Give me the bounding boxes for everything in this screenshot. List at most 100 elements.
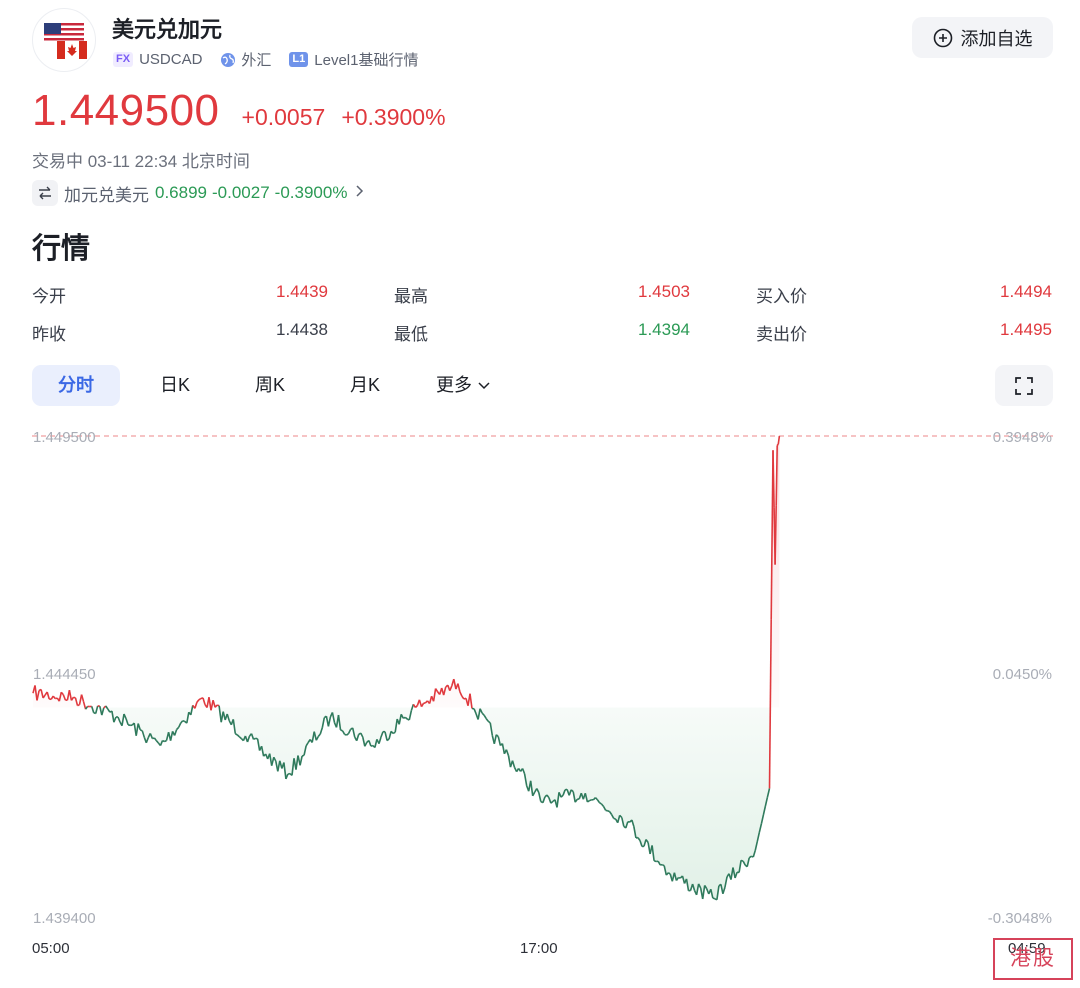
price-row: 1.449500 +0.0057 +0.3900% (32, 86, 446, 136)
price-line-segment (105, 705, 109, 710)
add-watchlist-label: 添加自选 (960, 28, 1033, 49)
tab-intraday[interactable]: 分时 (32, 365, 120, 406)
section-title: 行情 (32, 233, 91, 265)
level-text: Level1基础行情 (314, 52, 419, 69)
price-line-segment (253, 737, 256, 741)
price-line-segment (234, 733, 238, 736)
fx-badge: FX (113, 52, 134, 67)
price-line-segment (768, 619, 772, 789)
prev-close-value: 1.4438 (276, 320, 328, 339)
price-change-pct: +0.3900% (341, 104, 446, 130)
chevron-down-icon (478, 382, 490, 390)
fullscreen-button[interactable] (995, 365, 1053, 406)
open-label: 今开 (32, 287, 66, 306)
header: 美元兑加元 FX USDCAD 外汇 L1 Level1基础行情 添加自选 (0, 0, 1080, 80)
price-line-segment (776, 443, 779, 446)
fullscreen-icon (1015, 376, 1033, 395)
level-tag: L1 Level1基础行情 (289, 49, 418, 70)
bid-label: 买入价 (756, 287, 807, 306)
inverse-change: -0.0027 (212, 183, 270, 202)
inverse-pair-link[interactable]: 加元兑美元 0.6899 -0.0027 -0.3900% (32, 180, 364, 206)
price-line-segment (84, 705, 89, 710)
tab-more-label: 更多 (436, 375, 472, 395)
tab-daily-k[interactable]: 日K (142, 365, 208, 406)
intraday-chart-svg (32, 435, 1053, 901)
chart-tabs: 分时 日K 周K 月K 更多 (32, 365, 1053, 406)
price-line-segment (77, 703, 80, 707)
price-line-segment (216, 704, 220, 707)
page-title: 美元兑加元 (112, 17, 223, 42)
low-value: 1.4394 (638, 320, 690, 339)
price-line-segment (127, 724, 131, 727)
price-line-segment (392, 731, 396, 735)
chart-area-fill (33, 436, 780, 900)
trading-status: 交易中 03-11 22:34 北京时间 (32, 152, 250, 171)
y-right-tick-bottom: -0.3048% (987, 910, 1052, 927)
ask-value: 1.4495 (1000, 320, 1052, 339)
price-line-segment (774, 505, 777, 565)
y-tick-mid: 1.444450 (33, 666, 96, 683)
price-line-segment (182, 719, 185, 723)
price-line-segment (164, 739, 167, 743)
price-line-segment (607, 810, 610, 813)
price-line-segment (605, 809, 608, 812)
price-line-segment (740, 859, 744, 862)
stats-row-1: 今开 1.4439 最高 1.4503 买入价 1.4494 (32, 282, 1053, 320)
watermark-stamp: 港股 (993, 938, 1073, 980)
price-line-segment (589, 799, 592, 802)
globe-icon (221, 52, 236, 67)
add-watchlist-button[interactable]: 添加自选 (912, 17, 1053, 58)
tab-monthly-k[interactable]: 月K (332, 365, 398, 406)
inverse-change-pct: -0.3900% (274, 183, 348, 202)
x-tick-mid: 17:00 (520, 940, 558, 957)
swap-icon (32, 180, 58, 206)
price-line-segment (613, 817, 616, 820)
inverse-price: 0.6899 (155, 183, 207, 202)
ask-label: 卖出价 (756, 325, 807, 344)
price-line-segment (775, 445, 778, 506)
y-tick-top: 1.449500 (33, 429, 96, 446)
price-line-segment (198, 697, 202, 701)
low-label: 最低 (394, 325, 428, 344)
y-right-tick-top: 0.3948% (992, 429, 1052, 446)
intraday-chart[interactable]: 1.449500 1.444450 1.439400 0.3948% 0.045… (0, 420, 1080, 988)
tab-more[interactable]: 更多 (436, 365, 506, 406)
price-line-segment (301, 754, 305, 757)
price-line-segment (586, 800, 590, 803)
last-price: 1.449500 (32, 86, 220, 135)
y-right-tick-mid: 0.0450% (992, 666, 1052, 683)
plus-circle-icon (933, 28, 952, 47)
l1-badge: L1 (289, 52, 309, 67)
price-line-segment (255, 737, 258, 740)
x-tick-start: 05:00 (32, 940, 70, 957)
inverse-pair-name: 加元兑美元 (64, 185, 149, 205)
price-line-segment (599, 802, 602, 805)
stats-row-2: 昨收 1.4438 最低 1.4394 卖出价 1.4495 (32, 320, 1053, 358)
symbol-tag: FX USDCAD (113, 51, 202, 68)
price-line-segment (73, 696, 76, 699)
tab-weekly-k[interactable]: 周K (237, 365, 303, 406)
price-line-segment (661, 863, 665, 867)
price-line-segment (190, 705, 194, 716)
price-line-segment (576, 798, 580, 801)
below-reference-fill (33, 707, 780, 900)
quote-stats: 今开 1.4439 最高 1.4503 买入价 1.4494 昨收 1.4438… (32, 282, 1053, 358)
price-line-segment (139, 729, 143, 732)
symbol-text: USDCAD (139, 51, 203, 68)
price-line-segment (653, 860, 657, 863)
price-line-segment (712, 897, 716, 900)
price-line-segment (340, 729, 343, 732)
price-line-segment (777, 435, 781, 445)
chevron-right-icon (354, 183, 364, 203)
market-text: 外汇 (241, 52, 272, 69)
market-tag: 外汇 (220, 49, 271, 70)
price-line-segment (772, 450, 775, 508)
price-line-segment (82, 701, 87, 710)
prev-close-label: 昨收 (32, 325, 66, 344)
price-line-segment (423, 702, 426, 705)
instrument-tags: FX USDCAD 外汇 L1 Level1基础行情 (113, 49, 436, 70)
high-label: 最高 (394, 287, 428, 306)
usd-cad-flag-icon (32, 8, 96, 72)
high-value: 1.4503 (638, 282, 690, 301)
price-line-segment (162, 739, 165, 743)
